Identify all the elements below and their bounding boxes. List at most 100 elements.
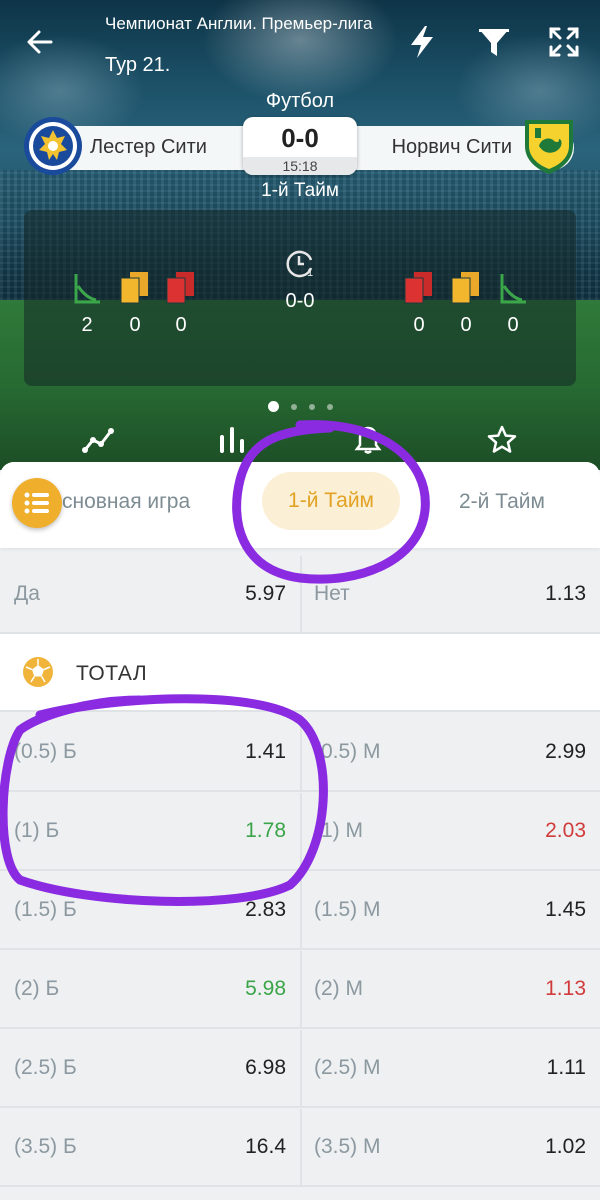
expand-button[interactable] [544,22,584,62]
carousel-dot[interactable] [290,403,297,410]
away-yellow-count: 0 [460,314,472,336]
match-stats-panel[interactable]: 2 0 0 1 0-0 0 0 0 [24,210,576,386]
odds-cell-under[interactable]: (3.5) М 1.02 [302,1109,600,1187]
odds-cell-under[interactable]: (2.5) М 1.11 [302,1030,600,1108]
odds-value: 1.45 [545,898,586,921]
odds-value: 5.97 [245,582,286,605]
bar-stats-icon [220,427,244,453]
total-section-title: ТОТАЛ [76,662,148,685]
odds-cell-no[interactable]: Нет 1.13 [302,556,600,634]
yellow-card-icon [451,272,479,304]
clock-badge: 1 [307,267,313,279]
away-corners-count: 0 [507,314,519,336]
odds-label: (2.5) М [314,1056,381,1079]
odds-label: (1) М [314,819,363,842]
red-card-icon [404,272,432,304]
round-label: Тур 21. [105,54,171,76]
carousel-dot[interactable] [308,403,315,410]
sport-label: Футбол [265,90,335,112]
odds-value-rising: 1.78 [245,819,286,842]
odds-label: Да [14,582,40,605]
match-time: 15:18 [243,157,357,175]
away-team-crest [525,120,573,174]
odds-cell-under[interactable]: (2) М 1.13 [302,951,600,1029]
odds-label: (2) М [314,977,363,1000]
total-section-header[interactable]: ТОТАЛ [0,634,600,712]
odds-cell-over[interactable]: (0.5) Б 1.41 [0,714,300,792]
odds-row: (0.5) Б 1.41 (0.5) М 2.99 [0,714,600,792]
odds-row: (1) Б 1.78 (1) М 2.03 [0,793,600,871]
odds-value: 2.83 [245,898,286,921]
line-chart-icon [82,428,114,453]
tab-first-half[interactable]: 1-й Тайм [262,472,400,530]
odds-label: (3.5) М [314,1135,381,1158]
odds-cell-over[interactable]: (2) Б 5.98 [0,951,300,1029]
odds-label: (1) Б [14,819,60,842]
home-red-count: 0 [175,314,187,336]
corner-flag-icon [500,274,526,304]
stats-nav-button[interactable] [212,420,252,460]
home-corners-count: 2 [81,314,93,336]
home-yellow-count: 0 [129,314,141,336]
odds-row: (1.5) Б 2.83 (1.5) М 1.45 [0,872,600,950]
home-team-crest [24,117,82,175]
score-box: 0-0 15:18 [243,117,357,175]
tab-second-half[interactable]: 2-й Тайм [459,490,545,514]
odds-cell-over[interactable]: (2.5) Б 6.98 [0,1030,300,1108]
odds-row: (2) Б 5.98 (2) М 1.13 [0,951,600,1029]
flash-button[interactable] [402,22,442,62]
odds-label: (1.5) М [314,898,381,921]
away-team-name: Норвич Сити [391,136,512,158]
odds-value: 1.13 [545,582,586,605]
odds-label: (2.5) Б [14,1056,77,1079]
notifications-nav-button[interactable] [348,420,388,460]
arrow-left-icon [27,30,53,54]
odds-value: 16.4 [245,1135,286,1158]
chart-nav-button[interactable] [78,420,118,460]
stats-center-score: 0-0 [285,290,315,312]
odds-value-falling: 1.13 [545,977,586,1000]
league-title: Чемпионат Англии. Премьер-лига [105,14,373,33]
filter-button[interactable] [474,22,514,62]
carousel-dot[interactable] [326,403,333,410]
odds-cell-under[interactable]: (0.5) М 2.99 [302,714,600,792]
odds-row: (3.5) Б 16.4 (3.5) М 1.02 [0,1109,600,1187]
odds-label: (3.5) Б [14,1135,77,1158]
odds-value: 2.99 [545,740,586,763]
back-button[interactable] [20,22,60,62]
odds-cell-over[interactable]: (1.5) Б 2.83 [0,872,300,950]
odds-cell-over[interactable]: (3.5) Б 16.4 [0,1109,300,1187]
funnel-icon [479,29,509,56]
lightning-icon [411,26,433,58]
odds-label: (2) Б [14,977,60,1000]
odds-row: Да 5.97 Нет 1.13 [0,556,600,634]
bell-icon [354,426,382,454]
odds-value: 6.98 [245,1056,286,1079]
period-clock-icon: 1 [286,250,313,279]
odds-value-falling: 2.03 [545,819,586,842]
odds-cell-under[interactable]: (1.5) М 1.45 [302,872,600,950]
odds-row: (2.5) Б 6.98 (2.5) М 1.11 [0,1030,600,1108]
match-score: 0-0 [281,123,319,153]
odds-value: 1.11 [546,1056,586,1079]
markets-menu-button[interactable] [12,478,62,528]
odds-label: (0.5) Б [14,740,77,763]
odds-cell-yes[interactable]: Да 5.97 [0,556,300,634]
carousel-dots[interactable] [0,398,600,416]
away-red-count: 0 [413,314,425,336]
expand-icon [549,27,579,57]
odds-cell-under[interactable]: (1) М 2.03 [302,793,600,871]
odds-value: 1.41 [245,740,286,763]
favorite-nav-button[interactable] [482,420,522,460]
list-menu-icon [24,492,49,514]
odds-label: (0.5) М [314,740,381,763]
odds-cell-over[interactable]: (1) Б 1.78 [0,793,300,871]
star-icon [487,425,517,453]
odds-value: 1.02 [545,1135,586,1158]
period-label: 1-й Тайм [261,180,339,201]
carousel-dot[interactable] [267,401,279,413]
tab-main-game[interactable]: сновная игра [62,490,190,514]
odds-label: Нет [314,582,350,605]
football-icon [23,657,53,687]
odds-label: (1.5) Б [14,898,77,921]
